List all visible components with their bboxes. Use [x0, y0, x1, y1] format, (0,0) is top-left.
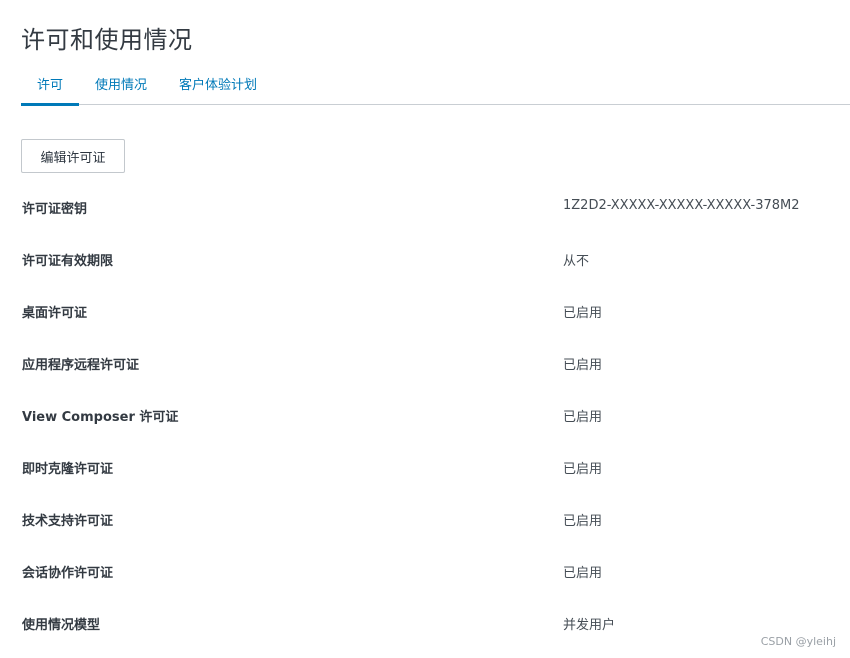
- help-desk-license-row: 技术支持许可证 已启用: [22, 502, 822, 554]
- app-remoting-license-row: 应用程序远程许可证 已启用: [22, 346, 822, 398]
- desktop-license-value: 已启用: [563, 306, 603, 321]
- license-expiration-value: 从不: [563, 254, 590, 269]
- instant-clone-license-value: 已启用: [563, 462, 603, 477]
- session-collaboration-license-value: 已启用: [563, 566, 603, 581]
- license-usage-page: 许可和使用情况 许可 使用情况 客户体验计划 编辑许可证 许可证密钥 1Z2D2…: [0, 0, 850, 658]
- license-key-label: 许可证密钥: [22, 202, 88, 217]
- view-composer-license-value: 已启用: [563, 410, 603, 425]
- license-expiration-row: 许可证有效期限 从不: [22, 242, 822, 294]
- license-expiration-label: 许可证有效期限: [22, 254, 114, 269]
- session-collaboration-license-label: 会话协作许可证: [22, 566, 114, 581]
- app-remoting-license-value: 已启用: [563, 358, 603, 373]
- usage-model-row: 使用情况模型 并发用户: [22, 606, 822, 658]
- help-desk-license-value: 已启用: [563, 514, 603, 529]
- tab-ceip[interactable]: 客户体验计划: [163, 62, 273, 105]
- watermark: CSDN @yleihj: [760, 635, 836, 648]
- tab-bar: 许可 使用情况 客户体验计划: [21, 62, 850, 106]
- usage-model-value: 并发用户: [563, 618, 616, 633]
- edit-license-button[interactable]: 编辑许可证: [21, 139, 125, 173]
- view-composer-license-label: View Composer 许可证: [22, 410, 179, 425]
- desktop-license-row: 桌面许可证 已启用: [22, 294, 822, 346]
- usage-model-label: 使用情况模型: [22, 618, 101, 633]
- license-key-row: 许可证密钥 1Z2D2-XXXXX-XXXXX-XXXXX-378M2: [22, 190, 822, 242]
- license-key-value: 1Z2D2-XXXXX-XXXXX-XXXXX-378M2: [563, 198, 800, 213]
- desktop-license-label: 桌面许可证: [22, 306, 88, 321]
- view-composer-license-row: View Composer 许可证 已启用: [22, 398, 822, 450]
- help-desk-license-label: 技术支持许可证: [22, 514, 114, 529]
- instant-clone-license-label: 即时克隆许可证: [22, 462, 114, 477]
- tab-usage[interactable]: 使用情况: [79, 62, 163, 105]
- app-remoting-license-label: 应用程序远程许可证: [22, 358, 140, 373]
- page-title: 许可和使用情况: [21, 26, 193, 54]
- instant-clone-license-row: 即时克隆许可证 已启用: [22, 450, 822, 502]
- session-collaboration-license-row: 会话协作许可证 已启用: [22, 554, 822, 606]
- license-details: 许可证密钥 1Z2D2-XXXXX-XXXXX-XXXXX-378M2 许可证有…: [22, 190, 822, 658]
- tab-license[interactable]: 许可: [21, 62, 80, 106]
